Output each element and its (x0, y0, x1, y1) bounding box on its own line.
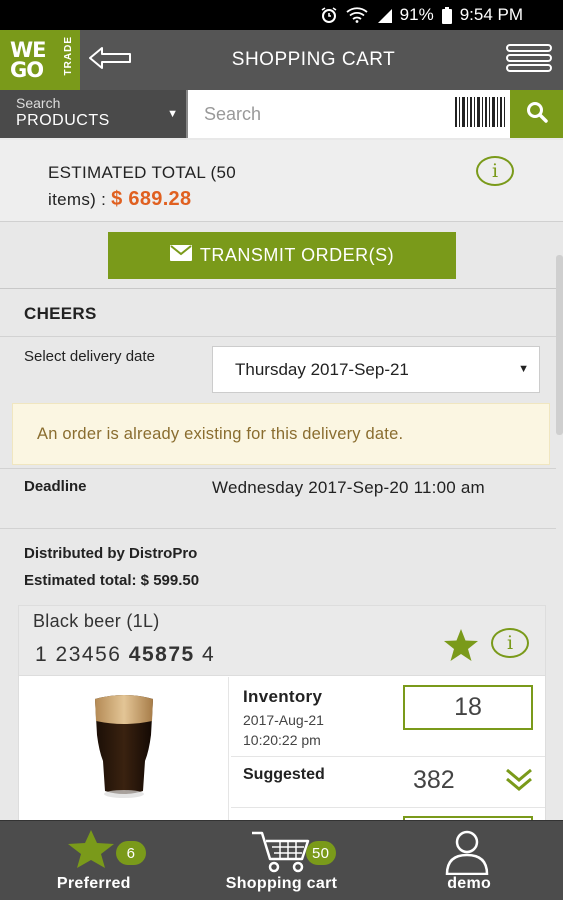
product-image (19, 677, 229, 837)
search-button[interactable] (510, 90, 563, 138)
suggested-value: 382 (413, 766, 455, 794)
clock: 9:54 PM (459, 5, 523, 24)
app-header: WE GO TRADE SHOPPING CART (0, 30, 563, 90)
battery-icon (441, 6, 452, 24)
barcode-icon (454, 96, 506, 133)
double-chevron-down-icon (505, 768, 533, 796)
status-bar: 91% 9:54 PM (0, 0, 563, 30)
caret-down-icon: ▼ (167, 108, 178, 120)
expand-button[interactable] (505, 768, 533, 797)
distributed-by: Distributed by DistroPro (24, 545, 198, 562)
barcode-scan-button[interactable] (450, 90, 510, 138)
hamburger-menu-icon (506, 43, 552, 77)
inventory-block: Inventory 2017-Aug-21 10:20:22 pm (231, 677, 545, 757)
divider (0, 528, 556, 529)
customer-name: CHEERS (24, 304, 97, 323)
divider (0, 468, 556, 469)
estimated-total-panel: ESTIMATED TOTAL (50 items) : $ 689.28 i (0, 140, 563, 222)
arrow-left-icon (88, 46, 132, 75)
delivery-date-select[interactable]: Thursday 2017-Sep-21 ▼ (212, 346, 540, 393)
search-input[interactable] (188, 90, 450, 138)
transmit-area: TRANSMIT ORDER(S) (0, 223, 563, 289)
divider (0, 336, 556, 337)
existing-order-warning: An order is already existing for this de… (12, 403, 550, 465)
estimated-total-amount: $ 689.28 (111, 188, 192, 210)
inventory-timestamp: 2017-Aug-21 10:20:22 pm (243, 712, 324, 748)
search-icon (526, 101, 548, 128)
nav-user[interactable]: demo (375, 821, 563, 900)
deadline-label: Deadline (24, 478, 87, 495)
back-button[interactable] (80, 30, 140, 90)
inventory-label: Inventory (243, 687, 323, 706)
product-card-header: Black beer (1L) 1 23456 45875 4 i (19, 606, 545, 676)
envelope-icon (169, 245, 192, 266)
product-name: Black beer (1L) (33, 611, 160, 631)
inventory-input[interactable] (403, 685, 533, 730)
search-bar: Search PRODUCTS ▼ (0, 90, 563, 138)
product-code: 1 23456 45875 4 (35, 643, 216, 666)
distributor-info: Distributed by DistroPro Estimated total… (24, 540, 199, 594)
scrollbar[interactable] (556, 255, 563, 435)
nav-shopping-cart[interactable]: 50 Shopping cart (188, 821, 376, 900)
delivery-date-label: Select delivery date (24, 348, 155, 365)
bottom-navigation: 6 Preferred 50 Shopping cart demo (0, 820, 563, 900)
suggested-label: Suggested (243, 766, 325, 783)
product-card: Black beer (1L) 1 23456 45875 4 i Invent… (18, 605, 546, 837)
info-icon[interactable]: i (476, 156, 514, 186)
page-title: SHOPPING CART (231, 49, 396, 70)
estimated-total-text: ESTIMATED TOTAL (50 items) : $ 689.28 (48, 163, 237, 210)
signal-icon (376, 7, 392, 23)
wifi-icon (346, 7, 368, 23)
caret-down-icon: ▼ (518, 363, 529, 375)
star-icon (66, 829, 116, 874)
preferred-count-badge: 6 (116, 841, 146, 865)
nav-preferred[interactable]: 6 Preferred (0, 821, 188, 900)
menu-button[interactable] (495, 30, 563, 90)
deadline-value: Wednesday 2017-Sep-20 11:00 am (212, 478, 485, 497)
battery-percent: 91% (399, 5, 434, 24)
cart-count-badge: 50 (305, 841, 336, 865)
order-estimated-total: Estimated total: $ 599.50 (24, 572, 200, 589)
user-icon (443, 829, 491, 880)
transmit-order-button[interactable]: TRANSMIT ORDER(S) (108, 232, 456, 279)
favorite-button[interactable] (443, 628, 479, 667)
star-icon (443, 629, 479, 666)
alarm-icon (320, 6, 338, 24)
app-logo: WE GO TRADE (0, 30, 80, 90)
beer-glass-image (94, 695, 153, 798)
shopping-cart-icon (250, 829, 312, 880)
suggested-block: Suggested 382 (231, 758, 545, 808)
search-scope-dropdown[interactable]: Search PRODUCTS ▼ (0, 90, 188, 138)
product-info-icon[interactable]: i (491, 628, 529, 658)
order-section: CHEERS Select delivery date Thursday 201… (0, 290, 556, 837)
